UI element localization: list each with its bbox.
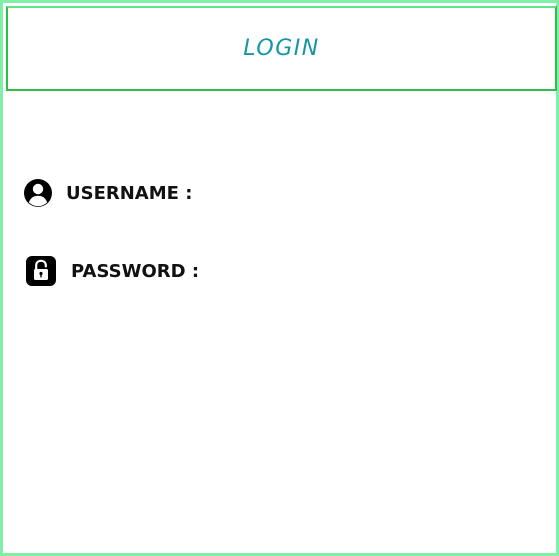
user-circle-icon: [22, 177, 54, 209]
login-panel: LOGIN USERNAME : PASSWORD :: [0, 0, 559, 556]
page-title: LOGIN: [243, 36, 320, 61]
username-row: USERNAME :: [22, 177, 192, 209]
password-row: PASSWORD :: [25, 255, 199, 287]
password-label: PASSWORD :: [71, 260, 200, 282]
username-label: USERNAME :: [66, 182, 193, 204]
lock-icon: [25, 255, 57, 287]
login-header: LOGIN: [6, 6, 557, 91]
